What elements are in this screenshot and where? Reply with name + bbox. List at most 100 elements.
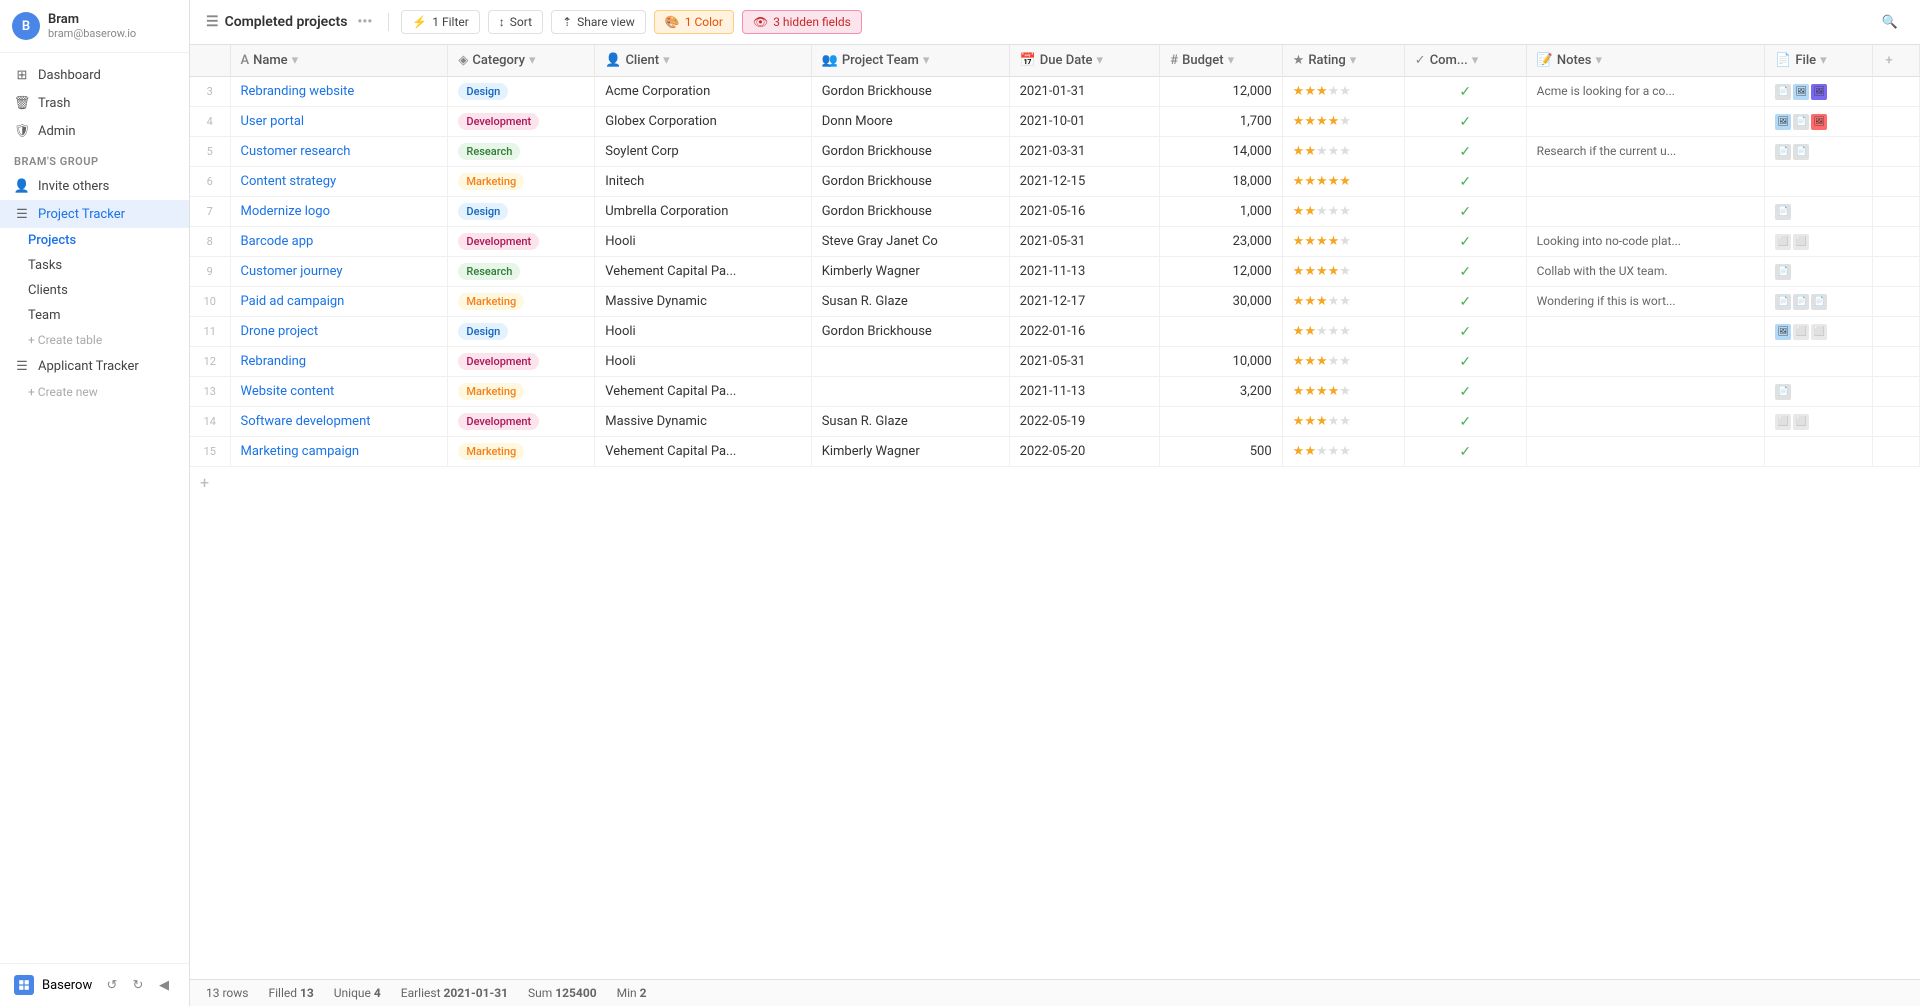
cell-client[interactable]: Massive Dynamic <box>595 407 811 437</box>
cell-category[interactable]: Marketing <box>448 377 595 407</box>
cell-file[interactable]: 📄 <box>1765 257 1873 287</box>
cell-rating[interactable]: ★★★★★ <box>1282 257 1404 287</box>
cell-budget[interactable]: 3,200 <box>1160 377 1282 407</box>
share-button[interactable]: ⇡ Share view <box>551 10 646 34</box>
cell-client[interactable]: Acme Corporation <box>595 77 811 107</box>
cell-completed[interactable]: ✓ <box>1404 167 1526 197</box>
cell-completed[interactable]: ✓ <box>1404 77 1526 107</box>
sidebar-item-dashboard[interactable]: ⊞ Dashboard <box>0 61 189 89</box>
cell-category[interactable]: Marketing <box>448 437 595 467</box>
sidebar-item-admin[interactable]: 🛡 Admin <box>0 117 189 145</box>
cell-category[interactable]: Research <box>448 257 595 287</box>
cell-team[interactable]: Gordon Brickhouse <box>811 77 1009 107</box>
cell-team[interactable]: Kimberly Wagner <box>811 437 1009 467</box>
cell-completed[interactable]: ✓ <box>1404 377 1526 407</box>
cell-file[interactable] <box>1765 437 1873 467</box>
cell-team[interactable]: Susan R. Glaze <box>811 407 1009 437</box>
cell-category[interactable]: Design <box>448 77 595 107</box>
cell-file[interactable] <box>1765 347 1873 377</box>
cell-name[interactable]: Drone project <box>230 317 448 347</box>
redo-button[interactable]: ↻ <box>127 974 149 996</box>
cell-category[interactable]: Design <box>448 197 595 227</box>
cell-file[interactable] <box>1765 167 1873 197</box>
cell-notes[interactable]: Wondering if this is wort... <box>1526 287 1765 317</box>
cell-notes[interactable]: Looking into no-code plat... <box>1526 227 1765 257</box>
cell-budget[interactable] <box>1160 407 1282 437</box>
cell-notes[interactable] <box>1526 107 1765 137</box>
cell-rating[interactable]: ★★★★★ <box>1282 317 1404 347</box>
create-new-link[interactable]: + Create new <box>0 380 189 404</box>
cell-rating[interactable]: ★★★★★ <box>1282 437 1404 467</box>
cell-due-date[interactable]: 2021-05-31 <box>1009 347 1160 377</box>
cell-name[interactable]: Paid ad campaign <box>230 287 448 317</box>
cell-file[interactable]: 📄🖼🖼 <box>1765 77 1873 107</box>
cell-rating[interactable]: ★★★★★ <box>1282 137 1404 167</box>
cell-completed[interactable]: ✓ <box>1404 347 1526 377</box>
sidebar-group-clients[interactable]: Clients <box>0 278 189 303</box>
cell-file[interactable]: 📄📄 <box>1765 137 1873 167</box>
cell-rating[interactable]: ★★★★★ <box>1282 167 1404 197</box>
cell-completed[interactable]: ✓ <box>1404 437 1526 467</box>
create-table-link[interactable]: + Create table <box>0 328 189 352</box>
cell-budget[interactable]: 12,000 <box>1160 257 1282 287</box>
cell-name[interactable]: Customer research <box>230 137 448 167</box>
cell-due-date[interactable]: 2022-05-19 <box>1009 407 1160 437</box>
cell-team[interactable]: Steve Gray Janet Co <box>811 227 1009 257</box>
cell-rating[interactable]: ★★★★★ <box>1282 347 1404 377</box>
cell-client[interactable]: Vehement Capital Pa... <box>595 377 811 407</box>
cell-team[interactable]: Gordon Brickhouse <box>811 317 1009 347</box>
sidebar-item-invite[interactable]: 👤 Invite others <box>0 172 189 200</box>
cell-client[interactable]: Globex Corporation <box>595 107 811 137</box>
col-due-date[interactable]: 📅 Due Date ▾ <box>1009 45 1160 77</box>
cell-file[interactable]: ⬜⬜ <box>1765 227 1873 257</box>
cell-rating[interactable]: ★★★★★ <box>1282 377 1404 407</box>
more-options-icon[interactable]: ••• <box>353 12 376 32</box>
cell-due-date[interactable]: 2022-05-20 <box>1009 437 1160 467</box>
cell-due-date[interactable]: 2022-01-16 <box>1009 317 1160 347</box>
cell-due-date[interactable]: 2021-05-16 <box>1009 197 1160 227</box>
cell-client[interactable]: Vehement Capital Pa... <box>595 437 811 467</box>
cell-budget[interactable]: 1,000 <box>1160 197 1282 227</box>
collapse-button[interactable]: ◀ <box>153 974 175 996</box>
filter-button[interactable]: ⚡ 1 Filter <box>401 10 480 34</box>
cell-completed[interactable]: ✓ <box>1404 407 1526 437</box>
cell-file[interactable]: 📄📄📄 <box>1765 287 1873 317</box>
cell-rating[interactable]: ★★★★★ <box>1282 287 1404 317</box>
sidebar-group-projects[interactable]: Projects <box>0 228 189 253</box>
sidebar-item-applicant-tracker[interactable]: ☰ Applicant Tracker <box>0 352 189 380</box>
cell-team[interactable]: Kimberly Wagner <box>811 257 1009 287</box>
cell-completed[interactable]: ✓ <box>1404 287 1526 317</box>
cell-client[interactable]: Massive Dynamic <box>595 287 811 317</box>
cell-name[interactable]: User portal <box>230 107 448 137</box>
cell-budget[interactable]: 500 <box>1160 437 1282 467</box>
cell-notes[interactable] <box>1526 407 1765 437</box>
cell-budget[interactable]: 18,000 <box>1160 167 1282 197</box>
cell-team[interactable]: Gordon Brickhouse <box>811 167 1009 197</box>
cell-category[interactable]: Design <box>448 317 595 347</box>
cell-file[interactable]: 🖼⬜⬜ <box>1765 317 1873 347</box>
cell-notes[interactable] <box>1526 197 1765 227</box>
cell-file[interactable]: 📄 <box>1765 197 1873 227</box>
add-row-button[interactable]: + <box>190 467 1920 498</box>
cell-notes[interactable] <box>1526 437 1765 467</box>
cell-name[interactable]: Software development <box>230 407 448 437</box>
cell-category[interactable]: Marketing <box>448 287 595 317</box>
cell-client[interactable]: Hooli <box>595 227 811 257</box>
cell-client[interactable]: Soylent Corp <box>595 137 811 167</box>
cell-completed[interactable]: ✓ <box>1404 257 1526 287</box>
col-name[interactable]: A Name ▾ <box>230 45 448 77</box>
cell-notes[interactable] <box>1526 377 1765 407</box>
col-project-team[interactable]: 👥 Project Team ▾ <box>811 45 1009 77</box>
cell-budget[interactable]: 1,700 <box>1160 107 1282 137</box>
undo-button[interactable]: ↺ <box>101 974 123 996</box>
cell-due-date[interactable]: 2021-11-13 <box>1009 377 1160 407</box>
cell-file[interactable]: 📄 <box>1765 377 1873 407</box>
add-column-button[interactable]: + <box>1873 45 1920 77</box>
cell-due-date[interactable]: 2021-01-31 <box>1009 77 1160 107</box>
sidebar-group-team[interactable]: Team <box>0 303 189 328</box>
cell-rating[interactable]: ★★★★★ <box>1282 77 1404 107</box>
col-rating[interactable]: ★ Rating ▾ <box>1282 45 1404 77</box>
cell-category[interactable]: Marketing <box>448 167 595 197</box>
cell-notes[interactable]: Acme is looking for a co... <box>1526 77 1765 107</box>
cell-client[interactable]: Umbrella Corporation <box>595 197 811 227</box>
